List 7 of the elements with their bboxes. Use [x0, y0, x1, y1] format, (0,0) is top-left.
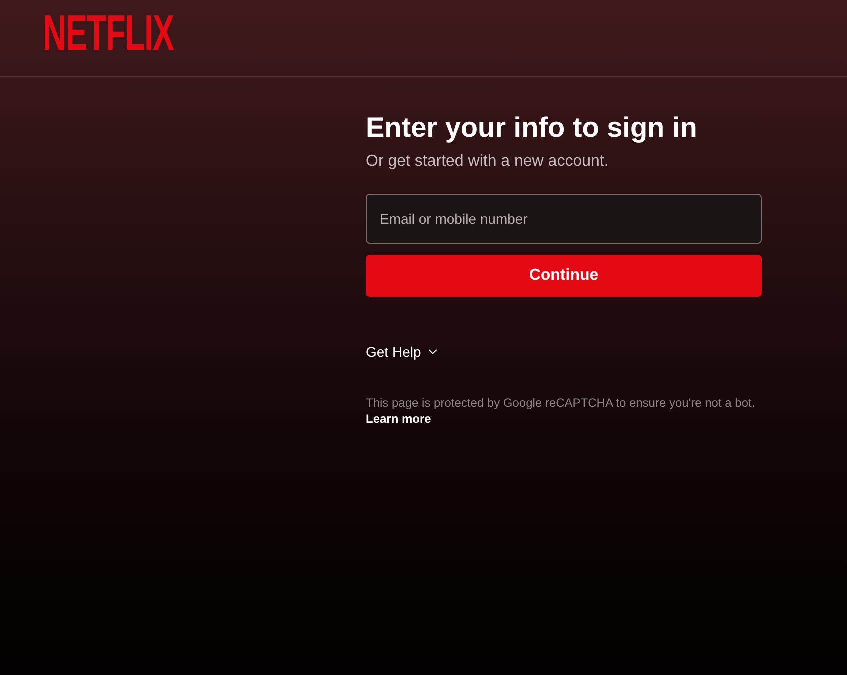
email-field[interactable]: Email or mobile number — [366, 194, 762, 244]
subtitle: Or get started with a new account. — [366, 152, 610, 172]
learn-more-link[interactable]: Learn more — [366, 411, 432, 427]
recaptcha-notice: This page is protected by Google reCAPTCHA to ensure you're not a bot. — [366, 395, 756, 411]
get-help-button[interactable]: Get Help — [366, 342, 440, 362]
continue-button[interactable]: Continue — [366, 255, 762, 297]
page-title: Enter your info to sign in — [366, 111, 698, 145]
